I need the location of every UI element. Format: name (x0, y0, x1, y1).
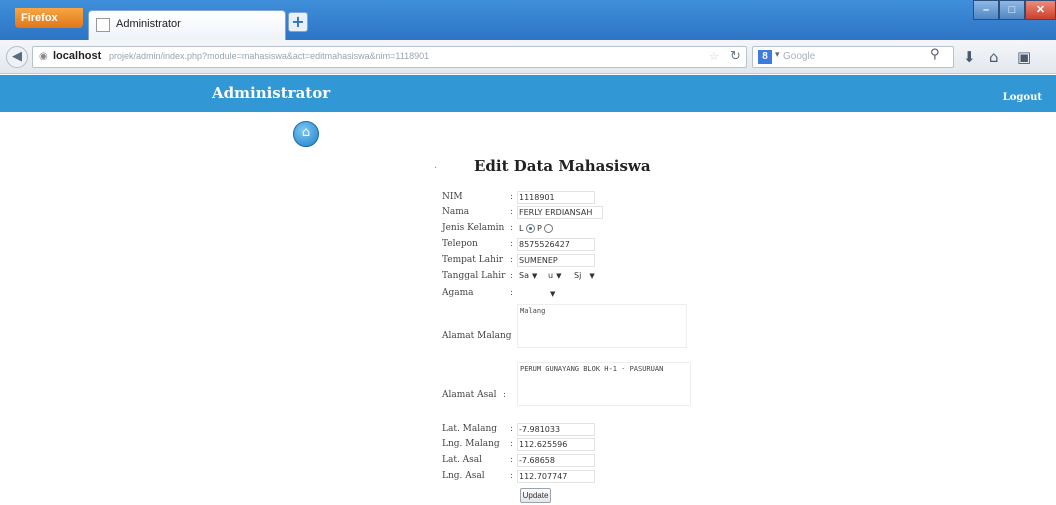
colon: : (510, 255, 514, 265)
colon: : (510, 471, 514, 481)
chevron-down-icon: ▼ (531, 272, 538, 280)
alamat-malang-value: Malang (520, 307, 546, 315)
month-select[interactable]: u ▼ (548, 271, 561, 283)
lng-asal-label: Lng. Asal (442, 471, 485, 481)
chevron-down-icon: ▼ (589, 272, 595, 280)
alamat-asal-value: PERUM GUNAYANG BLOK H-1 - PASURUAN (520, 365, 664, 373)
logout-link[interactable]: Logout (1003, 92, 1042, 103)
nama-label: Nama (442, 207, 470, 217)
site-identity-icon[interactable]: ◉ (39, 51, 48, 62)
month-value: u (548, 271, 554, 280)
close-button[interactable]: ✕ (1025, 0, 1056, 20)
year-select[interactable]: Sj ▼ (574, 271, 595, 283)
url-host: localhost (53, 50, 102, 62)
download-icon[interactable]: ⬇ (963, 48, 976, 66)
colon: : (510, 207, 514, 217)
gender-l-radio[interactable] (526, 224, 535, 233)
telepon-label: Telepon (442, 239, 478, 249)
search-placeholder: Google (783, 51, 816, 62)
back-icon[interactable]: ◀ (6, 46, 28, 68)
lng-asal-value: 112.707747 (519, 472, 568, 481)
colon: : (510, 223, 514, 233)
gender-p-radio[interactable] (544, 224, 553, 233)
tab-title: Administrator (116, 18, 181, 30)
browser-navbar: ◀ ◉ localhost projek/admin/index.php?mod… (0, 40, 1056, 74)
url-bar[interactable]: ◉ localhost projek/admin/index.php?modul… (32, 46, 747, 68)
day-select[interactable]: Sa ▼ (519, 271, 537, 283)
year-value: Sj (574, 271, 582, 280)
gender-p-label: P (537, 224, 542, 233)
tempat-lahir-value: SUMENEP (519, 256, 558, 265)
nim-label: NIM (442, 192, 463, 202)
tanggal-lahir-label: Tanggal Lahir (442, 271, 506, 281)
page-icon (96, 18, 110, 32)
url-path: projek/admin/index.php?module=mahasiswa&… (109, 51, 430, 61)
lat-malang-value: -7.981033 (519, 425, 561, 434)
lat-asal-label: Lat. Asal (442, 455, 483, 465)
search-icon[interactable]: ⚲ (930, 47, 940, 62)
colon: : (510, 239, 514, 249)
colon: : (479, 331, 483, 341)
telepon-value: 8575526427 (519, 240, 570, 249)
tempat-lahir-label: Tempat Lahir (442, 255, 504, 265)
lng-malang-value: 112.625596 (519, 440, 568, 449)
agama-label: Agama (442, 288, 474, 298)
day-value: Sa (519, 271, 529, 280)
search-engine-icon[interactable]: 8 (758, 50, 772, 64)
gender-l-label: L (519, 224, 524, 233)
lng-malang-label: Lng. Malang (442, 439, 500, 449)
browser-tab[interactable]: Administrator (88, 10, 286, 40)
app-title: Administrator (212, 84, 331, 102)
minimize-button[interactable]: – (973, 0, 999, 20)
colon: : (510, 271, 514, 281)
jenis-kelamin-label: Jenis Kelamin (442, 223, 505, 233)
agama-select[interactable]: ▼ (519, 289, 555, 301)
bookmark-icon[interactable]: ▣ (1017, 48, 1031, 66)
new-tab-button[interactable]: + (288, 12, 308, 32)
colon: : (510, 288, 514, 298)
firefox-menu-button[interactable]: Firefox (15, 8, 83, 28)
colon: : (510, 455, 514, 465)
update-button[interactable]: Update (520, 488, 551, 503)
bullet: · (434, 163, 438, 174)
chevron-down-icon[interactable]: ▾ (775, 50, 780, 60)
chevron-down-icon: ▼ (550, 290, 556, 298)
home-icon[interactable]: ⌂ (989, 48, 999, 66)
nama-value: FERLY ERDIANSAH (519, 208, 593, 217)
colon: : (510, 192, 514, 202)
colon: : (510, 439, 514, 449)
lat-asal-value: -7.68658 (519, 456, 555, 465)
home-icon: ⌂ (301, 125, 311, 140)
reload-icon[interactable]: ↻ (730, 49, 741, 64)
nim-value: 1118901 (519, 193, 555, 202)
colon: : (510, 424, 514, 434)
colon: : (503, 390, 507, 400)
star-icon[interactable]: ☆ (709, 50, 719, 63)
search-bar[interactable]: 8 ▾ Google (752, 46, 954, 68)
alamat-malang-label: Alamat Malang (442, 331, 512, 341)
lat-malang-label: Lat. Malang (442, 424, 498, 434)
form-title: Edit Data Mahasiswa (474, 157, 651, 175)
home-icon-button[interactable]: ⌂ (293, 121, 319, 147)
alamat-asal-label: Alamat Asal (442, 390, 497, 400)
app-header: Administrator Logout (0, 75, 1056, 112)
maximize-button[interactable]: □ (999, 0, 1025, 20)
browser-titlebar: Firefox Administrator + – □ ✕ (0, 0, 1056, 40)
chevron-down-icon: ▼ (556, 272, 562, 280)
